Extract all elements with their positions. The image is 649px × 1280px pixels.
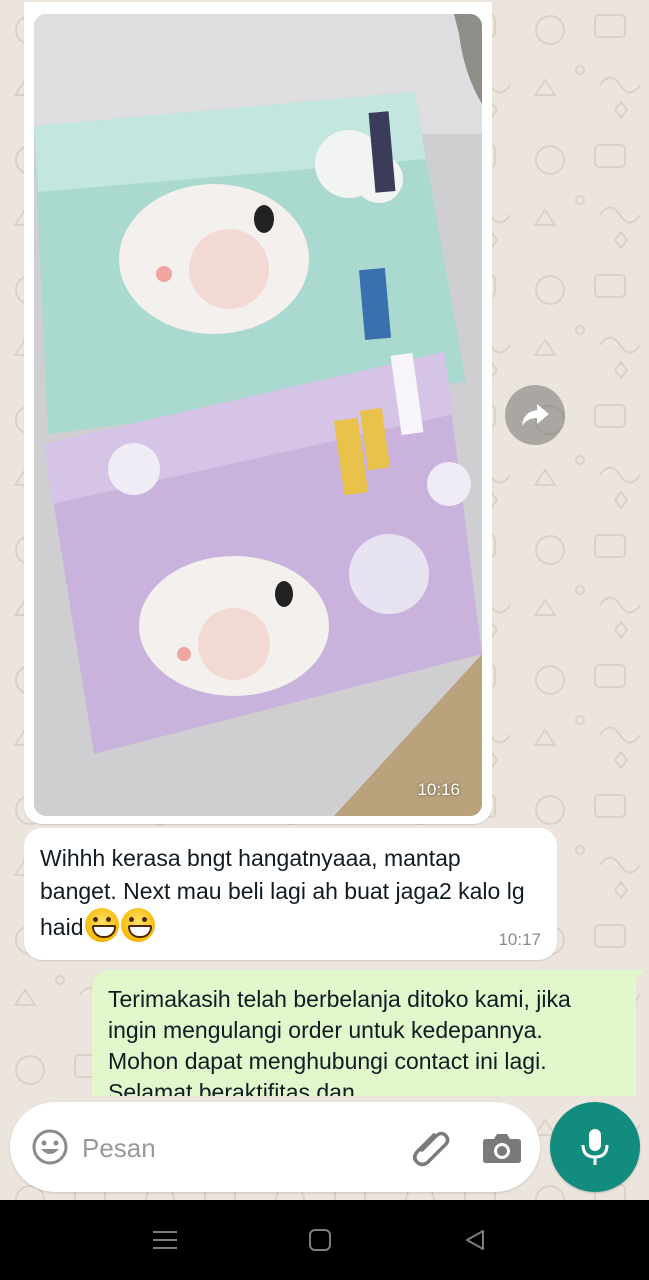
- message-composer[interactable]: [10, 1102, 540, 1192]
- message-input[interactable]: [80, 1126, 384, 1170]
- message-timestamp: 10:17: [498, 930, 541, 949]
- outgoing-message-bubble[interactable]: Terimakasih telah berbelanja ditoko kami…: [92, 970, 636, 1096]
- paperclip-icon[interactable]: [408, 1124, 454, 1170]
- forward-button[interactable]: [505, 385, 565, 445]
- grinning-face-emoji: [121, 908, 156, 942]
- message-text: Terimakasih telah berbelanja ditoko kami…: [108, 986, 571, 1096]
- grinning-face-emoji: [85, 908, 120, 942]
- system-navigation-bar: [0, 1200, 649, 1280]
- message-timestamp: 10:16: [417, 780, 460, 799]
- home-icon: [309, 1229, 331, 1251]
- microphone-icon: [581, 1129, 609, 1165]
- recent-apps-button[interactable]: [145, 1220, 185, 1260]
- chat-area[interactable]: 10:16 Wihhh kerasa bngt hangatnyaaa, man…: [0, 0, 649, 1096]
- home-button[interactable]: [300, 1220, 340, 1260]
- message-text: Wihhh kerasa bngt hangatnyaaa, mantap ba…: [40, 842, 540, 944]
- emoji-icon[interactable]: [30, 1127, 70, 1167]
- camera-icon[interactable]: [480, 1126, 524, 1170]
- back-button[interactable]: [455, 1220, 495, 1260]
- menu-icon: [153, 1231, 177, 1249]
- incoming-message-bubble[interactable]: Wihhh kerasa bngt hangatnyaaa, mantap ba…: [24, 828, 557, 960]
- bubble-tail: [632, 970, 644, 984]
- forward-icon: [522, 404, 549, 426]
- message-photo[interactable]: 10:16: [34, 14, 482, 816]
- back-icon: [466, 1230, 484, 1250]
- voice-record-button[interactable]: [550, 1102, 640, 1192]
- image-message-bubble[interactable]: 10:16: [24, 2, 492, 824]
